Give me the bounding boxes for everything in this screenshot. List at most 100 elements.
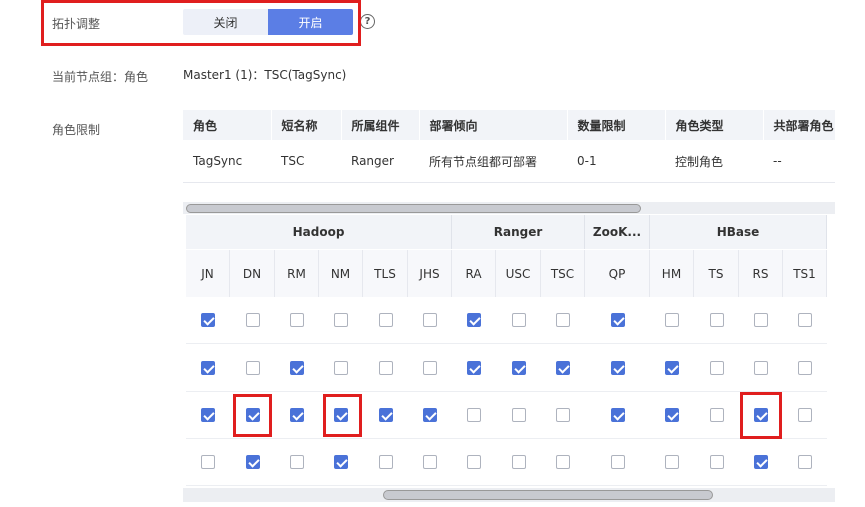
table-row [650, 392, 694, 439]
role-checkbox-nm[interactable] [334, 361, 348, 375]
role-checkbox-jhs[interactable] [423, 455, 437, 469]
role-checkbox-ts[interactable] [709, 455, 724, 469]
role-checkbox-jn[interactable] [201, 313, 215, 327]
role-checkbox-dn[interactable] [245, 313, 260, 327]
table-row [452, 297, 496, 344]
table-row [319, 392, 363, 439]
table-row [541, 297, 585, 344]
role-checkbox-tls[interactable] [378, 313, 393, 327]
role-checkbox-rs[interactable] [754, 313, 768, 327]
role-checkbox-ts[interactable] [709, 313, 724, 327]
table-row [541, 439, 585, 486]
role-checkbox-nm[interactable] [334, 408, 348, 422]
role-checkbox-qp[interactable] [610, 455, 625, 469]
role-checkbox-qp[interactable] [610, 408, 625, 422]
table-row [230, 392, 275, 439]
group-header: ZooK... [585, 215, 650, 249]
role-checkbox-ts1[interactable] [798, 408, 812, 422]
table-row [452, 392, 496, 439]
table-row [783, 439, 827, 486]
role-checkbox-rm[interactable] [290, 408, 304, 422]
role-checkbox-ts1[interactable] [798, 361, 812, 375]
role-checkbox-rs[interactable] [754, 361, 768, 375]
role-checkbox-tls[interactable] [378, 361, 393, 375]
role-checkbox-ra[interactable] [467, 455, 481, 469]
role-checkbox-jhs[interactable] [423, 313, 437, 327]
role-checkbox-rm[interactable] [290, 313, 304, 327]
role-checkbox-jn[interactable] [201, 361, 215, 375]
column-header-usc: USC [496, 250, 541, 297]
role-checkbox-hm[interactable] [665, 361, 679, 375]
role-checkbox-tls[interactable] [378, 455, 393, 469]
role-checkbox-hm[interactable] [665, 455, 679, 469]
group-header: HBase [650, 215, 827, 249]
column-header-jn: JN [186, 250, 230, 297]
role-checkbox-usc[interactable] [511, 361, 526, 375]
column-header-dn: DN [230, 250, 275, 297]
grid-scroll-thumb[interactable] [383, 490, 713, 500]
table-row [739, 297, 783, 344]
role-checkbox-tls[interactable] [378, 408, 393, 422]
role-checkbox-tsc[interactable] [556, 361, 570, 375]
role-checkbox-rm[interactable] [290, 455, 304, 469]
role-checkbox-hm[interactable] [665, 313, 679, 327]
table-row [496, 297, 541, 344]
role-checkbox-tsc[interactable] [556, 408, 570, 422]
role-checkbox-rs[interactable] [754, 455, 768, 469]
table-row [319, 297, 363, 344]
table-row [541, 345, 585, 392]
role-checkbox-hm[interactable] [665, 408, 679, 422]
table-row [585, 392, 650, 439]
role-checkbox-dn[interactable] [245, 455, 260, 469]
role-checkbox-jhs[interactable] [423, 408, 437, 422]
table-row [650, 439, 694, 486]
role-checkbox-ts1[interactable] [798, 455, 812, 469]
role-checkbox-tsc[interactable] [556, 313, 570, 327]
cell-co-deploy: -- [763, 140, 835, 183]
role-checkbox-usc[interactable] [511, 313, 526, 327]
role-checkbox-nm[interactable] [334, 455, 348, 469]
role-checkbox-rm[interactable] [290, 361, 304, 375]
role-checkbox-qp[interactable] [610, 361, 625, 375]
role-checkbox-ra[interactable] [467, 313, 481, 327]
table-row [275, 345, 319, 392]
table-row [363, 392, 408, 439]
role-checkbox-jn[interactable] [201, 408, 215, 422]
role-checkbox-qp[interactable] [610, 313, 625, 327]
role-checkbox-dn[interactable] [245, 408, 260, 422]
table-row [275, 439, 319, 486]
role-checkbox-tsc[interactable] [556, 455, 570, 469]
cell-role-type: 控制角色 [665, 140, 763, 183]
toggle-off-button[interactable]: 关闭 [183, 9, 268, 35]
role-checkbox-ts[interactable] [709, 408, 724, 422]
role-checkbox-rs[interactable] [754, 408, 768, 422]
role-table-scroll-thumb[interactable] [186, 204, 641, 213]
role-checkbox-usc[interactable] [511, 408, 526, 422]
topology-toggle[interactable]: 关闭 开启 [183, 9, 353, 35]
role-checkbox-ra[interactable] [467, 361, 481, 375]
role-checkbox-ts1[interactable] [798, 313, 812, 327]
column-header-hm: HM [650, 250, 694, 297]
table-row [363, 439, 408, 486]
role-checkbox-jn[interactable] [201, 455, 215, 469]
role-checkbox-usc[interactable] [511, 455, 526, 469]
header-role-type: 角色类型 [665, 110, 764, 140]
table-row [739, 345, 783, 392]
role-checkbox-nm[interactable] [334, 313, 348, 327]
role-limit-header-row: 角色 短名称 所属组件 部署倾向 数量限制 角色类型 共部署角色 [183, 110, 836, 140]
column-header-tls: TLS [363, 250, 408, 297]
table-row [230, 345, 275, 392]
help-icon[interactable]: ? [360, 14, 375, 29]
table-row [452, 345, 496, 392]
role-checkbox-ra[interactable] [467, 408, 481, 422]
header-short-name: 短名称 [271, 110, 342, 140]
role-checkbox-dn[interactable] [245, 361, 260, 375]
table-row [650, 297, 694, 344]
table-row [230, 297, 275, 344]
toggle-on-button[interactable]: 开启 [268, 9, 353, 35]
table-row [783, 297, 827, 344]
role-checkbox-jhs[interactable] [423, 361, 437, 375]
column-header-rs: RS [739, 250, 783, 297]
table-row [319, 345, 363, 392]
role-checkbox-ts[interactable] [709, 361, 724, 375]
